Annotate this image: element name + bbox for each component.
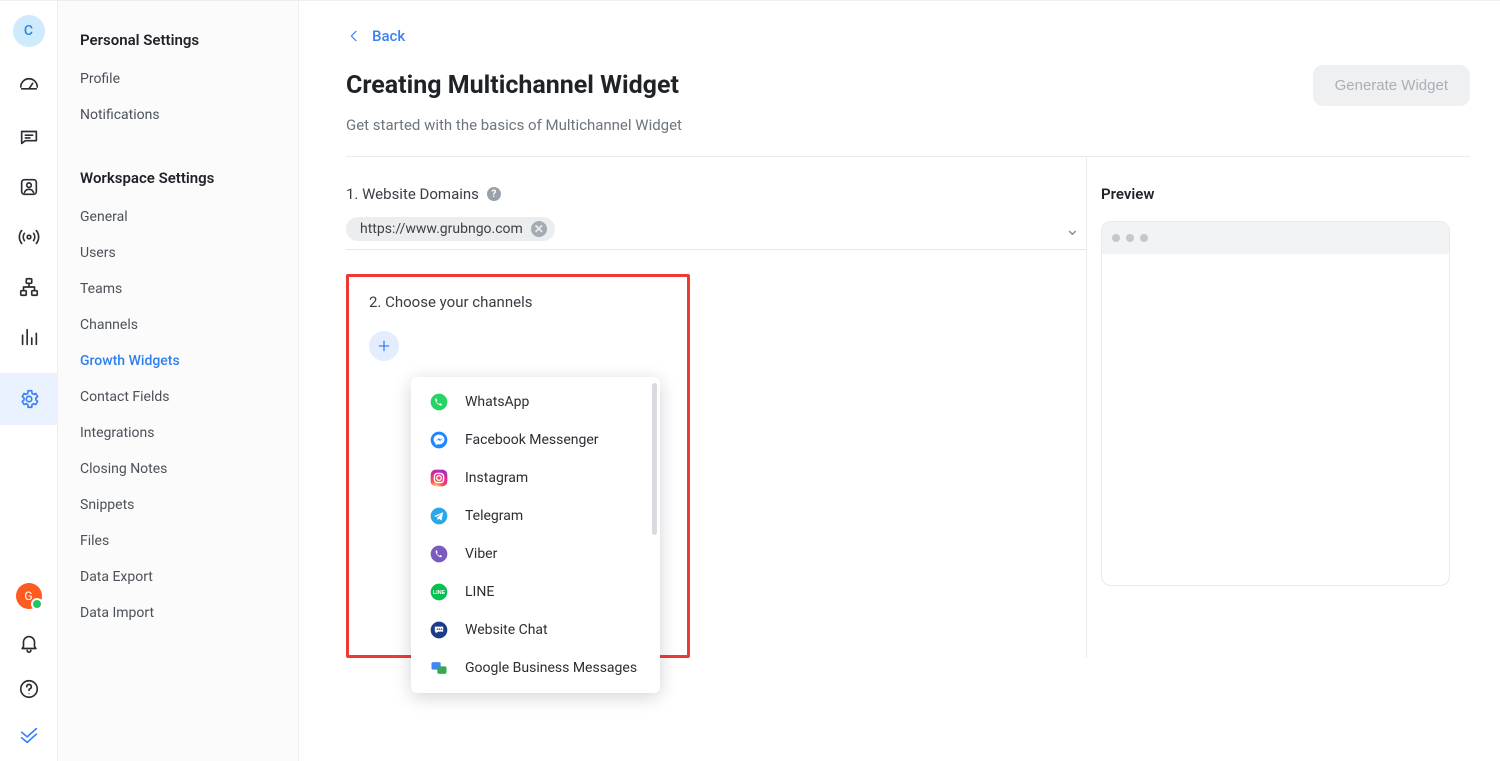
preview-window-controls <box>1102 222 1449 254</box>
sidebar-item-contact-fields[interactable]: Contact Fields <box>58 379 298 415</box>
page-title: Creating Multichannel Widget <box>346 71 679 100</box>
channel-option-label: Facebook Messenger <box>465 432 599 448</box>
step2-label: 2. Choose your channels <box>369 293 667 311</box>
respond-logo-icon[interactable] <box>17 723 41 747</box>
step2-highlight-box: 2. Choose your channels WhatsApp Facebook… <box>346 274 690 658</box>
settings-icon[interactable] <box>0 373 58 425</box>
settings-sidebar: Personal Settings ProfileNotifications W… <box>58 1 299 761</box>
channel-option-facebook-messenger[interactable]: Facebook Messenger <box>411 421 660 459</box>
channel-option-label: Viber <box>465 546 497 562</box>
sidebar-item-closing-notes[interactable]: Closing Notes <box>58 451 298 487</box>
workspace-settings-heading: Workspace Settings <box>58 169 298 187</box>
sidebar-item-notifications[interactable]: Notifications <box>58 97 298 133</box>
channel-option-label: WhatsApp <box>465 394 529 410</box>
channel-option-line[interactable]: LINE LINE <box>411 573 660 611</box>
sidebar-item-files[interactable]: Files <box>58 523 298 559</box>
sidebar-item-users[interactable]: Users <box>58 235 298 271</box>
whatsapp-icon <box>429 392 449 412</box>
contacts-icon[interactable] <box>17 175 41 199</box>
facebook-messenger-icon <box>429 430 449 450</box>
channel-option-whatsapp[interactable]: WhatsApp <box>411 383 660 421</box>
channel-option-label: Google Business Messages <box>465 660 637 676</box>
main-content: Back Creating Multichannel Widget Genera… <box>299 1 1500 761</box>
channel-option-website-chat[interactable]: Website Chat <box>411 611 660 649</box>
messages-icon[interactable] <box>17 125 41 149</box>
page-subtitle: Get started with the basics of Multichan… <box>346 116 1470 134</box>
reports-icon[interactable] <box>17 325 41 349</box>
sidebar-item-data-export[interactable]: Data Export <box>58 559 298 595</box>
channel-option-label: Website Chat <box>465 622 548 638</box>
channel-dropdown: WhatsApp Facebook Messenger Instagram Teleg… <box>411 377 660 693</box>
channel-option-label: Instagram <box>465 470 528 486</box>
notifications-bell-icon[interactable] <box>17 631 41 655</box>
channel-option-viber[interactable]: Viber <box>411 535 660 573</box>
preview-label: Preview <box>1101 185 1470 203</box>
viber-icon <box>429 544 449 564</box>
sidebar-item-snippets[interactable]: Snippets <box>58 487 298 523</box>
instagram-icon <box>429 468 449 488</box>
workflows-icon[interactable] <box>17 275 41 299</box>
channel-option-google-business-messages[interactable]: Google Business Messages <box>411 649 660 687</box>
broadcast-icon[interactable] <box>17 225 41 249</box>
personal-settings-heading: Personal Settings <box>58 31 298 49</box>
channel-option-label: Telegram <box>465 508 523 524</box>
channel-option-label: LINE <box>465 584 494 600</box>
sidebar-item-profile[interactable]: Profile <box>58 61 298 97</box>
domain-chip-text: https://www.grubngo.com <box>360 221 523 237</box>
help-icon[interactable] <box>17 677 41 701</box>
remove-chip-icon[interactable]: ✕ <box>531 221 547 237</box>
workspace-avatar[interactable]: C <box>13 15 45 47</box>
sidebar-item-data-import[interactable]: Data Import <box>58 595 298 631</box>
chevron-down-icon[interactable]: ⌄ <box>1065 219 1086 240</box>
channel-option-instagram[interactable]: Instagram <box>411 459 660 497</box>
line-icon: LINE <box>429 582 449 602</box>
sidebar-item-channels[interactable]: Channels <box>58 307 298 343</box>
back-label: Back <box>372 27 405 45</box>
preview-frame <box>1101 221 1450 586</box>
sidebar-item-growth-widgets[interactable]: Growth Widgets <box>58 343 298 379</box>
dashboard-icon[interactable] <box>17 75 41 99</box>
back-button[interactable]: Back <box>346 27 1470 45</box>
user-avatar[interactable]: G <box>16 583 42 609</box>
sidebar-item-teams[interactable]: Teams <box>58 271 298 307</box>
domain-chip: https://www.grubngo.com ✕ <box>346 217 555 241</box>
sidebar-item-general[interactable]: General <box>58 199 298 235</box>
add-channel-button[interactable] <box>369 331 399 361</box>
channel-option-telegram[interactable]: Telegram <box>411 497 660 535</box>
telegram-icon <box>429 506 449 526</box>
step1-label: 1. Website Domains ? <box>346 185 1086 203</box>
help-tooltip-icon[interactable]: ? <box>487 187 501 201</box>
generate-widget-button[interactable]: Generate Widget <box>1313 65 1470 106</box>
sidebar-item-integrations[interactable]: Integrations <box>58 415 298 451</box>
website-chat-icon <box>429 620 449 640</box>
svg-text:LINE: LINE <box>433 590 446 596</box>
google-business-messages-icon <box>429 658 449 678</box>
icon-rail: C G <box>0 1 58 761</box>
